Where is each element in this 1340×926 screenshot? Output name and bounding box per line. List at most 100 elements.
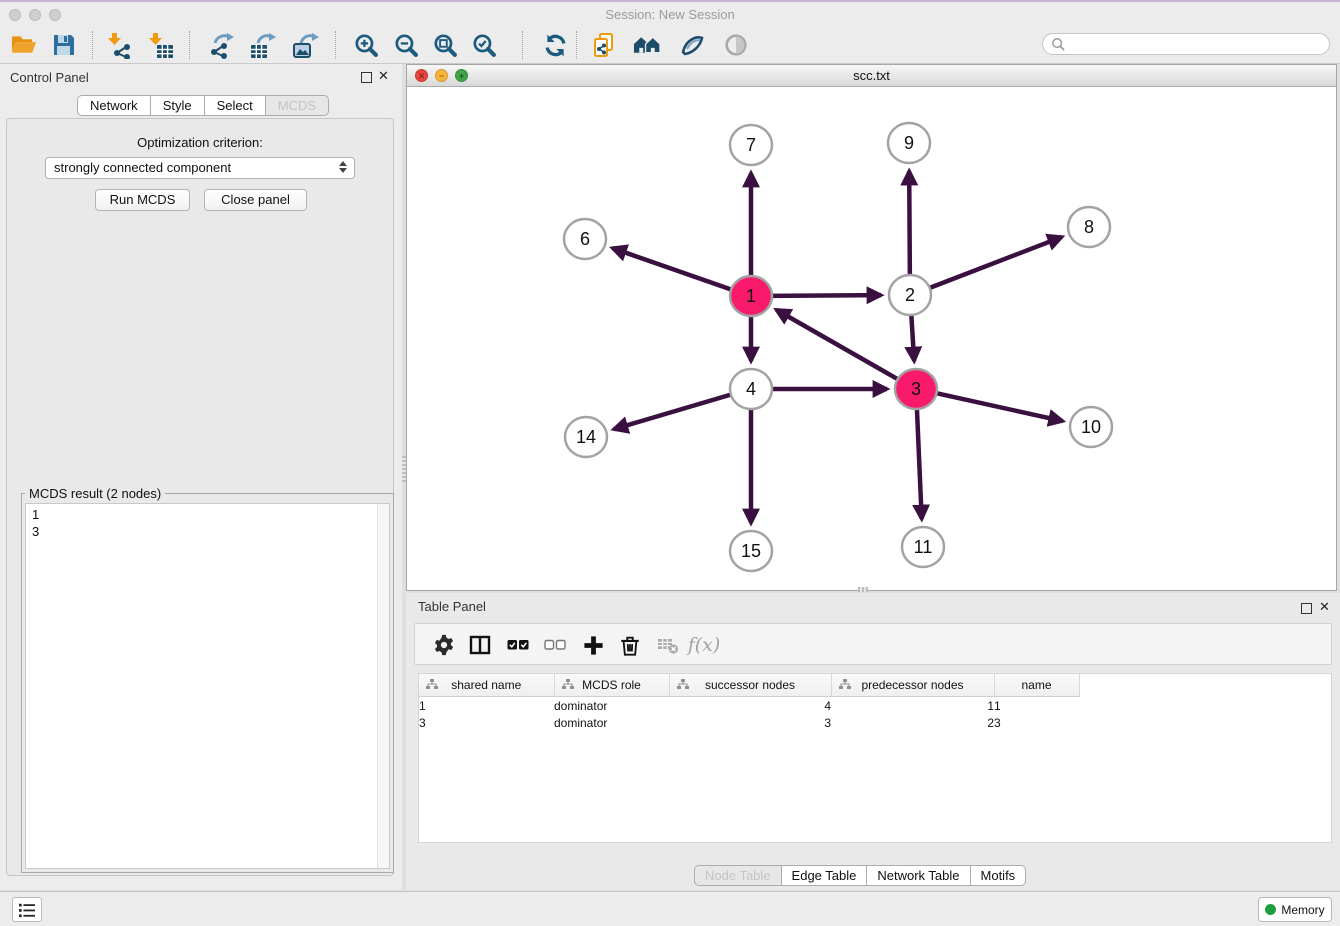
svg-text:10: 10 <box>1081 417 1101 437</box>
close-panel-icon[interactable]: ✕ <box>378 68 389 84</box>
graph-node-14[interactable]: 14 <box>565 417 607 457</box>
mcds-panel: Optimization criterion: strongly connect… <box>6 118 394 876</box>
export-table-icon[interactable] <box>248 31 276 59</box>
export-network-icon[interactable] <box>207 31 235 59</box>
svg-text:1: 1 <box>746 286 756 306</box>
open-session-icon[interactable] <box>9 31 37 59</box>
table-cell[interactable]: 2 <box>831 714 994 731</box>
save-session-icon[interactable] <box>50 31 78 59</box>
mcds-result-area[interactable]: 1 3 <box>25 503 390 869</box>
tab-network[interactable]: Network <box>77 95 151 116</box>
zoom-in-icon[interactable] <box>352 31 380 59</box>
table-cell[interactable]: 3 <box>669 714 831 731</box>
control-panel: Control Panel ✕ Network Style Select MCD… <box>0 64 402 890</box>
function-builder-icon[interactable]: f(x) <box>691 632 717 658</box>
graph-node-2[interactable]: 2 <box>889 275 931 315</box>
task-history-button[interactable] <box>12 897 42 922</box>
table-cell[interactable]: 1 <box>994 697 1079 715</box>
delete-column-icon[interactable] <box>617 632 643 658</box>
tab-node-table[interactable]: Node Table <box>694 865 782 886</box>
horizontal-splitter-handle[interactable] <box>858 587 868 592</box>
import-network-icon[interactable] <box>105 31 133 59</box>
graph-edge-2-3[interactable] <box>911 312 914 361</box>
graph-node-9[interactable]: 9 <box>888 123 930 163</box>
column-header-predecessor-nodes[interactable]: predecessor nodes <box>831 674 994 697</box>
network-view-window: ✕ − + scc.txt 7 9 6 8 1 2 4 3 14 10 15 11 <box>406 64 1337 591</box>
graph-edge-2-8[interactable] <box>927 237 1062 289</box>
graph-edge-1-2[interactable] <box>769 295 881 296</box>
memory-button[interactable]: Memory <box>1258 897 1332 922</box>
search-icon <box>1051 37 1066 52</box>
table-row[interactable]: 3dominator323 <box>419 714 1079 731</box>
eye-hide-icon[interactable] <box>722 31 750 59</box>
network-canvas[interactable]: 7 9 6 8 1 2 4 3 14 10 15 11 <box>407 87 1336 590</box>
graph-edge-2-9[interactable] <box>909 171 910 278</box>
table-cell[interactable]: 3 <box>994 714 1079 731</box>
refresh-icon[interactable] <box>541 31 569 59</box>
graph-node-1[interactable]: 1 <box>730 276 772 316</box>
table-cell[interactable]: dominator <box>554 714 669 731</box>
tab-select[interactable]: Select <box>205 95 266 116</box>
tab-motifs[interactable]: Motifs <box>971 865 1027 886</box>
network-window-titlebar[interactable]: ✕ − + scc.txt <box>407 65 1336 87</box>
duplicate-network-icon[interactable] <box>590 31 618 59</box>
deselect-all-icon[interactable] <box>542 632 568 658</box>
select-chevrons-icon <box>339 161 347 173</box>
column-header-name[interactable]: name <box>994 674 1079 697</box>
export-image-icon[interactable] <box>291 31 319 59</box>
column-header-shared-name[interactable]: shared name <box>419 674 554 697</box>
graph-node-8[interactable]: 8 <box>1068 207 1110 247</box>
tab-mcds[interactable]: MCDS <box>266 95 329 116</box>
result-scrollbar[interactable] <box>377 504 389 868</box>
houses-icon[interactable] <box>633 31 661 59</box>
svg-text:8: 8 <box>1084 217 1094 237</box>
memory-status-dot <box>1265 904 1276 915</box>
table-cell[interactable]: 1 <box>419 697 554 715</box>
graph-edge-1-6[interactable] <box>612 248 734 290</box>
main-toolbar <box>0 27 1340 64</box>
graph-node-6[interactable]: 6 <box>564 219 606 259</box>
control-panel-tabs: Network Style Select MCDS <box>77 95 329 116</box>
graph-edge-3-1[interactable] <box>776 310 900 381</box>
table-row[interactable]: 1dominator411 <box>419 697 1079 715</box>
tab-network-table[interactable]: Network Table <box>867 865 970 886</box>
table-cell[interactable]: 3 <box>419 714 554 731</box>
table-cell[interactable]: 4 <box>669 697 831 715</box>
graph-node-3[interactable]: 3 <box>895 369 937 409</box>
zoom-fit-icon[interactable] <box>431 31 459 59</box>
table-cell[interactable]: 1 <box>831 697 994 715</box>
zoom-selected-icon[interactable] <box>470 31 498 59</box>
titlebar: Session: New Session <box>0 2 1340 27</box>
close-table-panel-icon[interactable]: ✕ <box>1319 599 1330 615</box>
zoom-out-icon[interactable] <box>392 31 420 59</box>
graph-edge-3-10[interactable] <box>934 393 1063 421</box>
graph-node-11[interactable]: 11 <box>902 527 944 567</box>
float-table-panel-icon[interactable] <box>1301 603 1312 614</box>
graph-node-10[interactable]: 10 <box>1070 407 1112 447</box>
add-column-icon[interactable] <box>580 632 606 658</box>
delete-table-icon[interactable] <box>655 632 681 658</box>
tab-edge-table[interactable]: Edge Table <box>782 865 868 886</box>
settings-gear-icon[interactable] <box>431 632 457 658</box>
style-paint-icon[interactable] <box>678 31 706 59</box>
graph-edge-3-11[interactable] <box>917 406 922 519</box>
toolbar-separator <box>576 31 577 59</box>
graph-edge-4-14[interactable] <box>614 394 734 429</box>
svg-text:9: 9 <box>904 133 914 153</box>
float-panel-icon[interactable] <box>361 72 372 83</box>
graph-node-7[interactable]: 7 <box>730 125 772 165</box>
search-input[interactable] <box>1042 33 1330 55</box>
run-mcds-button[interactable]: Run MCDS <box>95 189 190 211</box>
graph-node-15[interactable]: 15 <box>730 531 772 571</box>
toolbar-separator <box>189 31 190 59</box>
import-table-icon[interactable] <box>146 31 174 59</box>
close-panel-button[interactable]: Close panel <box>204 189 307 211</box>
select-all-icon[interactable] <box>505 632 531 658</box>
show-column-icon[interactable] <box>467 632 493 658</box>
table-cell[interactable]: dominator <box>554 697 669 715</box>
graph-node-4[interactable]: 4 <box>730 369 772 409</box>
tab-style[interactable]: Style <box>151 95 205 116</box>
column-header-successor-nodes[interactable]: successor nodes <box>669 674 831 697</box>
criterion-select[interactable]: strongly connected component <box>45 157 355 179</box>
column-header-mcds-role[interactable]: MCDS role <box>554 674 669 697</box>
